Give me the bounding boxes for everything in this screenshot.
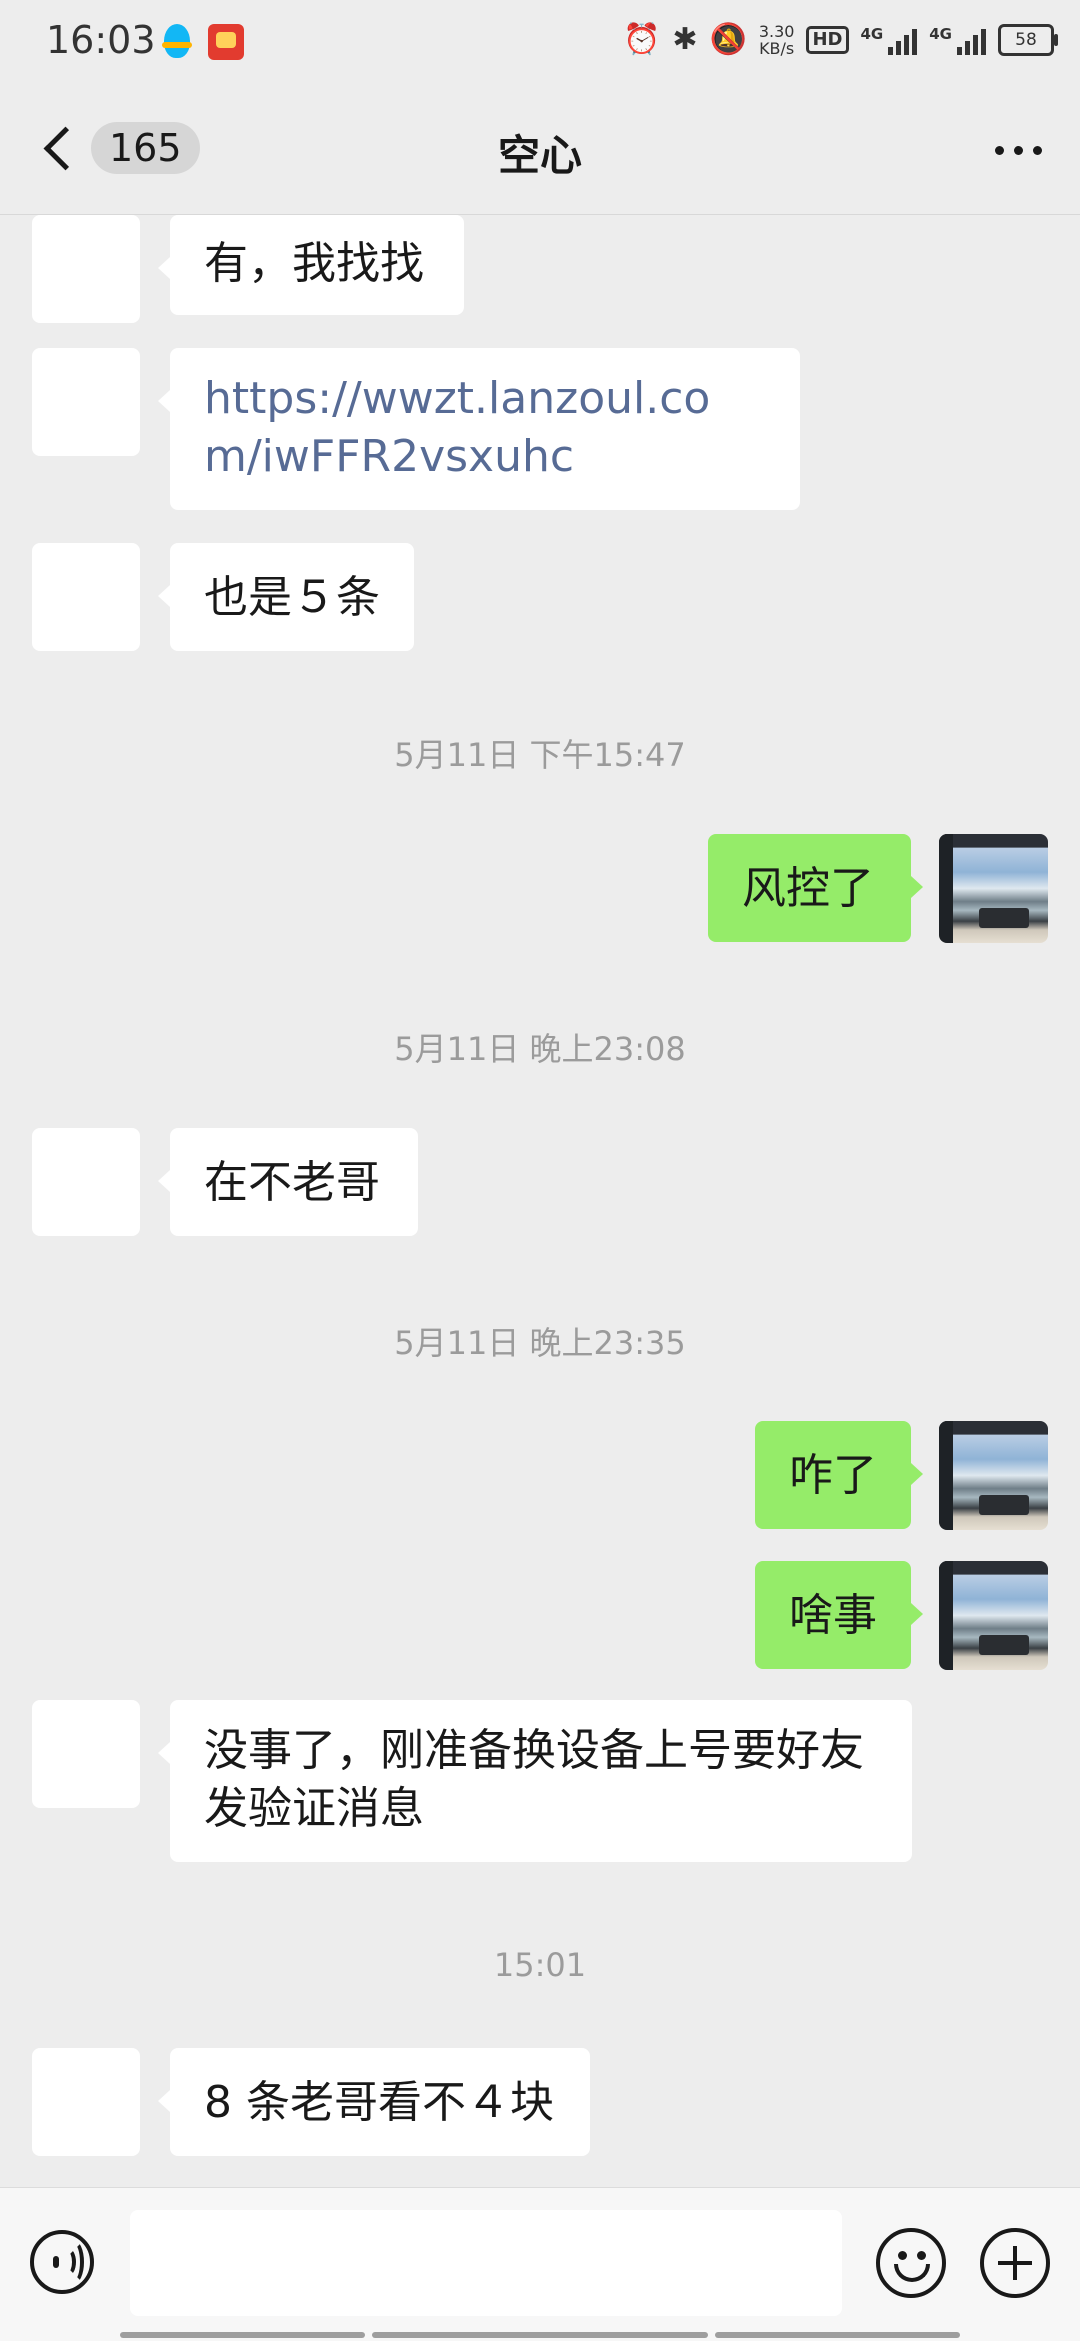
- voice-input-button[interactable]: [30, 2230, 94, 2294]
- chat-header: 165 空心: [0, 84, 1080, 215]
- sim1-label: 4G: [860, 25, 884, 43]
- voice-icon: [53, 2256, 59, 2268]
- timestamp-divider: 5月11日 晚上23:08: [394, 1030, 686, 1068]
- hd-icon: HD: [806, 26, 849, 54]
- status-bar: 16:03 ⏰ ✱ 🔕 3.30 KB/s HD 4G 4G 58: [0, 0, 1080, 84]
- incoming-message-bubble[interactable]: 8 条老哥看不４块: [170, 2048, 590, 2156]
- status-indicators: ⏰ ✱ 🔕 3.30 KB/s HD 4G 4G 58: [623, 20, 1058, 60]
- timestamp-divider: 5月11日 晚上23:35: [394, 1324, 686, 1362]
- contact-avatar[interactable]: [32, 1128, 140, 1236]
- network-speed: 3.30 KB/s: [759, 23, 795, 57]
- nav-hint-right: [715, 2332, 960, 2338]
- timestamp-divider: 5月11日 下午15:47: [394, 736, 686, 774]
- incoming-link-bubble[interactable]: https://wwzt.lanzoul.com/iwFFR2vsxuhc: [170, 348, 800, 510]
- timestamp-divider: 15:01: [493, 1946, 587, 1984]
- contact-avatar[interactable]: [32, 543, 140, 651]
- incoming-message-bubble[interactable]: 有，我找找: [170, 215, 464, 315]
- alarm-icon: ⏰: [623, 22, 661, 57]
- network-speed-value: 3.30: [758, 22, 795, 41]
- outgoing-message-bubble[interactable]: 风控了: [708, 834, 911, 942]
- mute-icon: 🔕: [709, 22, 747, 57]
- my-avatar[interactable]: [939, 1421, 1048, 1530]
- emoji-button[interactable]: [876, 2228, 946, 2298]
- more-functions-button[interactable]: [980, 2228, 1050, 2298]
- more-dots-icon: [995, 146, 1004, 155]
- sim2-label: 4G: [929, 25, 952, 43]
- nav-hint-center: [372, 2332, 708, 2338]
- signal-sim1-icon: 4G: [861, 25, 918, 55]
- outgoing-message-bubble[interactable]: 咋了: [755, 1421, 911, 1529]
- contact-avatar[interactable]: [32, 348, 140, 456]
- nav-hint-left: [120, 2332, 365, 2338]
- message-list[interactable]: 有，我找找 https://wwzt.lanzoul.com/iwFFR2vsx…: [0, 215, 1080, 2185]
- battery-icon: 58: [998, 24, 1058, 56]
- network-speed-unit: KB/s: [759, 39, 795, 58]
- contact-avatar[interactable]: [32, 1700, 140, 1808]
- app-notification-icon: [208, 24, 244, 60]
- chat-title: 空心: [497, 131, 582, 180]
- message-input[interactable]: [130, 2210, 842, 2316]
- notification-icons: [160, 22, 244, 62]
- my-avatar[interactable]: [939, 834, 1048, 943]
- emoji-icon: [898, 2251, 907, 2260]
- outgoing-message-bubble[interactable]: 啥事: [755, 1561, 911, 1669]
- more-options-button[interactable]: [995, 146, 1042, 155]
- contact-avatar[interactable]: [32, 2048, 140, 2156]
- bluetooth-icon: ✱: [672, 22, 698, 57]
- input-bar: [0, 2187, 1080, 2341]
- signal-sim2-icon: 4G: [929, 25, 986, 55]
- my-avatar[interactable]: [939, 1561, 1048, 1670]
- qq-notification-icon: [160, 22, 194, 62]
- incoming-message-bubble[interactable]: 没事了，刚准备换设备上号要好友发验证消息: [170, 1700, 912, 1862]
- incoming-message-bubble[interactable]: 也是５条: [170, 543, 414, 651]
- contact-avatar[interactable]: [32, 215, 140, 323]
- incoming-message-bubble[interactable]: 在不老哥: [170, 1128, 418, 1236]
- status-time: 16:03: [46, 18, 156, 62]
